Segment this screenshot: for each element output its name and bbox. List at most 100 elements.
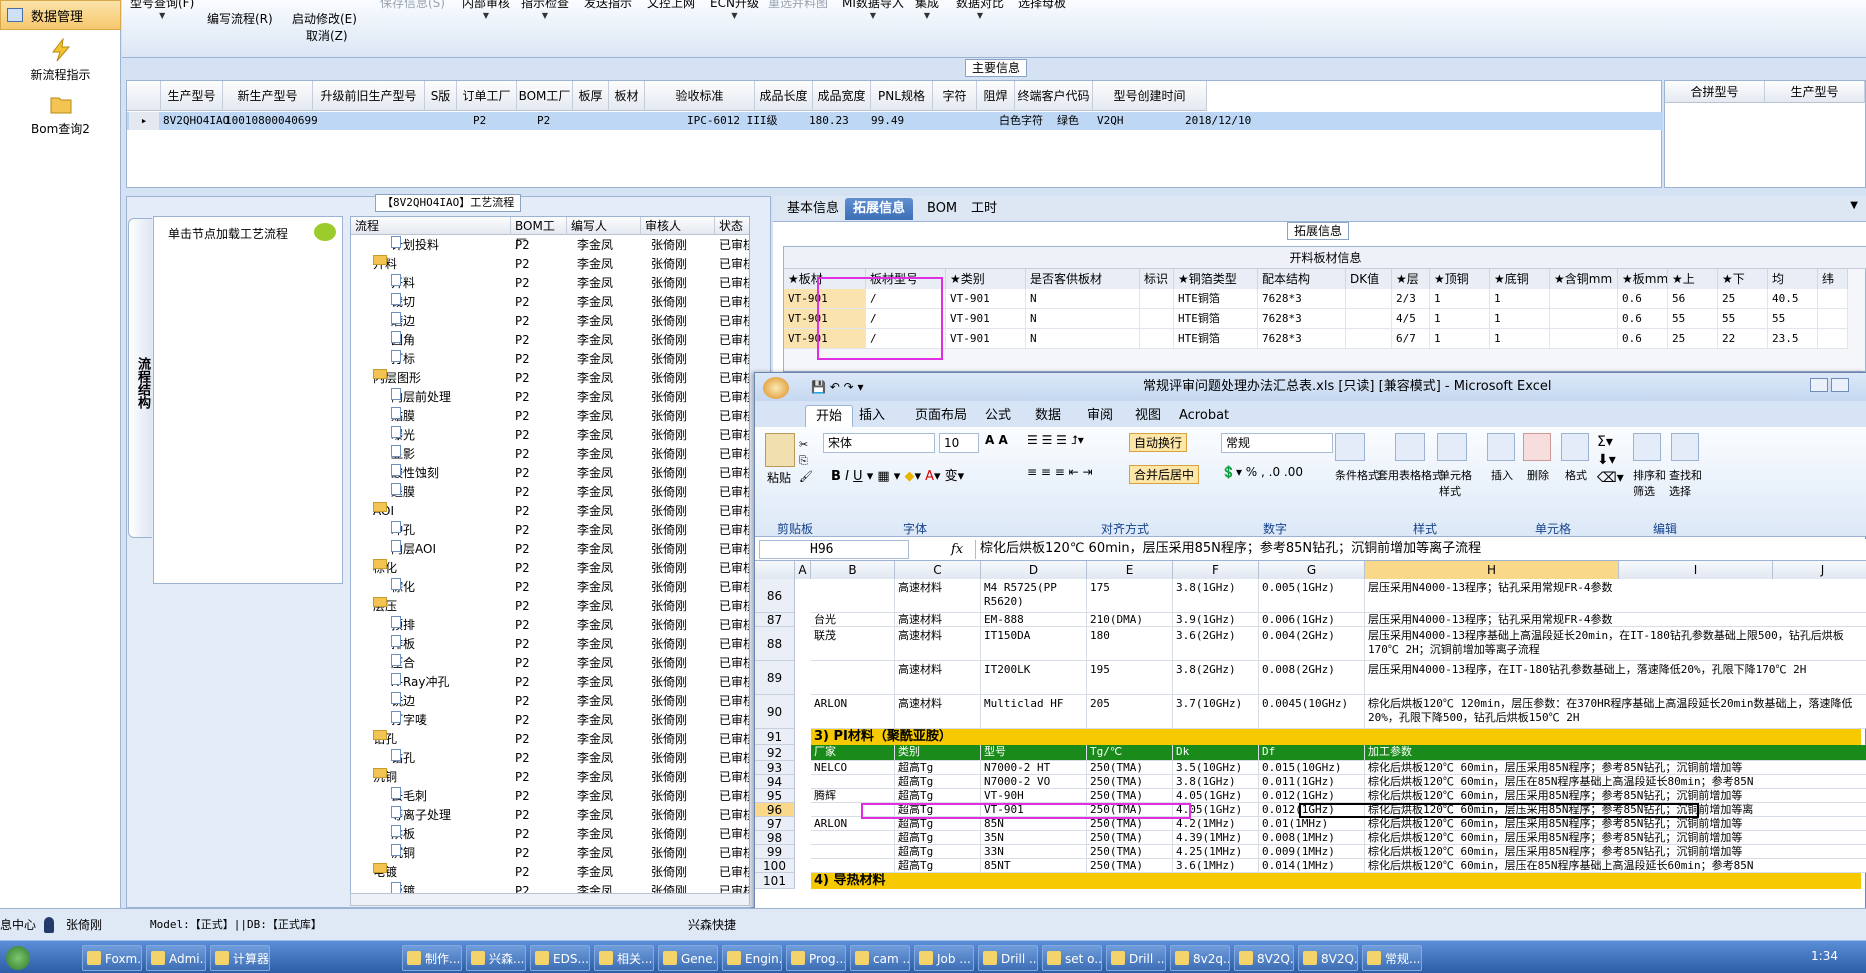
tree-node-label[interactable]: 打标 — [391, 350, 415, 369]
grid-cell[interactable] — [1346, 309, 1392, 329]
grid-cell[interactable]: N — [1026, 329, 1140, 349]
grid-cell[interactable]: HTE铜箔 — [1174, 289, 1258, 309]
cell[interactable]: ARLON — [811, 695, 895, 729]
column-header[interactable]: J — [1773, 561, 1866, 579]
tree-node-label[interactable]: AOI — [373, 502, 394, 521]
taskbar-item[interactable]: set o... — [1042, 945, 1102, 971]
col-header[interactable]: 生产型号 — [161, 81, 223, 111]
col-header[interactable]: 纬 — [1818, 269, 1848, 289]
function-icon[interactable]: fx — [951, 539, 963, 561]
cancel-button[interactable]: 取消(Z) — [306, 27, 348, 44]
font-grow-icons[interactable]: A A — [985, 433, 1008, 447]
col-header[interactable]: 生产型号 — [1765, 81, 1865, 103]
cell[interactable] — [811, 845, 895, 859]
format-cells-icon[interactable] — [1561, 433, 1589, 461]
row-header[interactable]: 90 — [755, 695, 795, 729]
table-format-label[interactable]: 套用表格格式 — [1375, 467, 1445, 483]
cell[interactable]: 205 — [1087, 695, 1173, 729]
taskbar-item[interactable]: 8V2Q... — [1234, 945, 1294, 971]
formula-input[interactable]: 棕化后烘板120℃ 60min，层压采用85N程序；参考85N钻孔；沉铜前增加等… — [975, 540, 1865, 559]
col-header[interactable]: PNL规格 — [871, 81, 933, 111]
delete-label[interactable]: 删除 — [1527, 467, 1549, 483]
row-header[interactable]: 93 — [755, 761, 795, 775]
grid-cell[interactable]: VT-901 — [946, 289, 1026, 309]
cell[interactable]: 绿色 — [1057, 112, 1079, 130]
col-header[interactable]: ★底铜 — [1490, 269, 1550, 289]
grid-cell[interactable]: 1 — [1490, 309, 1550, 329]
taskbar-item[interactable]: 8V2Q... — [1298, 945, 1358, 971]
cell[interactable]: Tg/℃ — [1087, 745, 1173, 761]
cell[interactable]: 195 — [1087, 661, 1173, 695]
row-header[interactable]: 92 — [755, 745, 795, 761]
grid-cell[interactable] — [1818, 309, 1848, 329]
tree-row[interactable]: 压合 P2 李金凤 张倚刚 已审核 — [351, 654, 749, 673]
cell[interactable]: 高速材料 — [895, 695, 981, 729]
tree-row[interactable]: 打标 P2 李金凤 张倚刚 已审核 — [351, 350, 749, 369]
grid-cell[interactable]: 6/7 — [1392, 329, 1430, 349]
column-header[interactable]: I — [1619, 561, 1773, 579]
tree-row[interactable]: 内层图形 P2 李金凤 张倚刚 已审核 — [351, 369, 749, 388]
restore-icon[interactable] — [1831, 378, 1849, 392]
tree-node-label[interactable]: 棕化 — [373, 559, 397, 578]
taskbar-item[interactable]: Gene... — [658, 945, 718, 971]
grid-cell[interactable]: 4/5 — [1392, 309, 1430, 329]
cell[interactable]: 250(TMA) — [1087, 789, 1173, 803]
row-header[interactable]: 96 — [755, 803, 795, 817]
col-header[interactable]: 流程 — [351, 217, 511, 235]
col-header[interactable]: 新生产型号 — [223, 81, 313, 111]
cell[interactable]: 层压采用N4000-13程序；钻孔采用常规FR-4参数 — [1365, 613, 1866, 627]
taskbar-item[interactable]: Job ... — [914, 945, 974, 971]
cell-style-icon[interactable] — [1437, 433, 1467, 461]
number-buttons[interactable]: 💲▾ % , .0 .00 — [1221, 465, 1303, 479]
cell[interactable]: 10010800040699 — [225, 112, 318, 130]
tree-node-label[interactable]: 打字唛 — [391, 711, 427, 730]
taskbar-item[interactable]: 计算器 — [210, 945, 270, 971]
tree-node-label[interactable]: 裁切 — [391, 293, 415, 312]
taskbar-item[interactable]: EDS... — [530, 945, 590, 971]
cell[interactable]: 85NT — [981, 859, 1087, 873]
taskbar-item[interactable]: Prog... — [786, 945, 846, 971]
grid-cell[interactable] — [1346, 329, 1392, 349]
cell[interactable]: 联茂 — [811, 627, 895, 661]
grid-cell[interactable]: 55 — [1668, 309, 1718, 329]
tree-row[interactable]: 层压 P2 李金凤 张倚刚 已审核 — [351, 597, 749, 616]
cell[interactable]: 3.9(1GHz) — [1173, 613, 1259, 627]
col-header[interactable]: 型号创建时间 — [1093, 81, 1207, 111]
sort-filter-label[interactable]: 排序和筛选 — [1633, 467, 1669, 499]
find-select-icon[interactable] — [1671, 433, 1699, 461]
new-flow-button[interactable]: 新流程指示 — [0, 38, 121, 83]
cell[interactable]: 250(TMA) — [1087, 761, 1173, 775]
tree-row[interactable]: 等离子处理 P2 李金凤 张倚刚 已审核 — [351, 806, 749, 825]
tree-row[interactable]: 预排 P2 李金凤 张倚刚 已审核 — [351, 616, 749, 635]
cell[interactable]: 高速材料 — [895, 627, 981, 661]
tree-node-label[interactable]: 曝光 — [391, 426, 415, 445]
cell[interactable]: 厂家 — [811, 745, 895, 761]
cell[interactable]: 0.005(1GHz) — [1259, 579, 1365, 613]
cell[interactable]: 棕化后烘板120℃ 60min，层压在85N程序基础上高温段延长80min；参考… — [1365, 775, 1866, 789]
tree-node-label[interactable]: 钻孔 — [391, 749, 415, 768]
model-query-button[interactable]: 型号查询(F) ▼ — [130, 0, 194, 20]
grid-cell[interactable] — [1346, 289, 1392, 309]
row-header[interactable]: 94 — [755, 775, 795, 789]
tree-node-label[interactable]: 开料 — [391, 274, 415, 293]
cell[interactable]: N7000-2 HT — [981, 761, 1087, 775]
tree-node-label[interactable]: 铣边 — [391, 692, 415, 711]
col-header[interactable]: ★下 — [1718, 269, 1768, 289]
cell[interactable]: Df — [1259, 745, 1365, 761]
cell[interactable]: 层压采用N4000-13程序；钻孔采用常规FR-4参数 — [1365, 579, 1866, 613]
col-header[interactable]: DK值 — [1346, 269, 1392, 289]
cell[interactable]: P2 — [537, 112, 550, 130]
tab-basic-info[interactable]: 基本信息 — [779, 198, 847, 220]
cell-style-label[interactable]: 单元格样式 — [1439, 467, 1479, 499]
paste-label[interactable]: 粘贴 — [767, 469, 791, 486]
cell[interactable]: 0.009(1MHz) — [1259, 845, 1365, 859]
tree-node-label[interactable]: 预排 — [391, 616, 415, 635]
col-header[interactable]: ★铜箔类型 — [1174, 269, 1258, 289]
ribbon-tab[interactable]: 页面布局 — [905, 405, 977, 427]
grid-cell[interactable]: 1 — [1430, 289, 1490, 309]
cell[interactable]: 0.006(1GHz) — [1259, 613, 1365, 627]
tree-node-label[interactable]: 钻孔 — [373, 730, 397, 749]
grid-cell[interactable]: 7628*3 — [1258, 309, 1346, 329]
format-buttons[interactable]: B I U ▾ ▦ ▾ ◆▾ A▾ 变▾ — [831, 465, 964, 484]
start-modify-button[interactable]: 启动修改(E) — [292, 10, 357, 27]
